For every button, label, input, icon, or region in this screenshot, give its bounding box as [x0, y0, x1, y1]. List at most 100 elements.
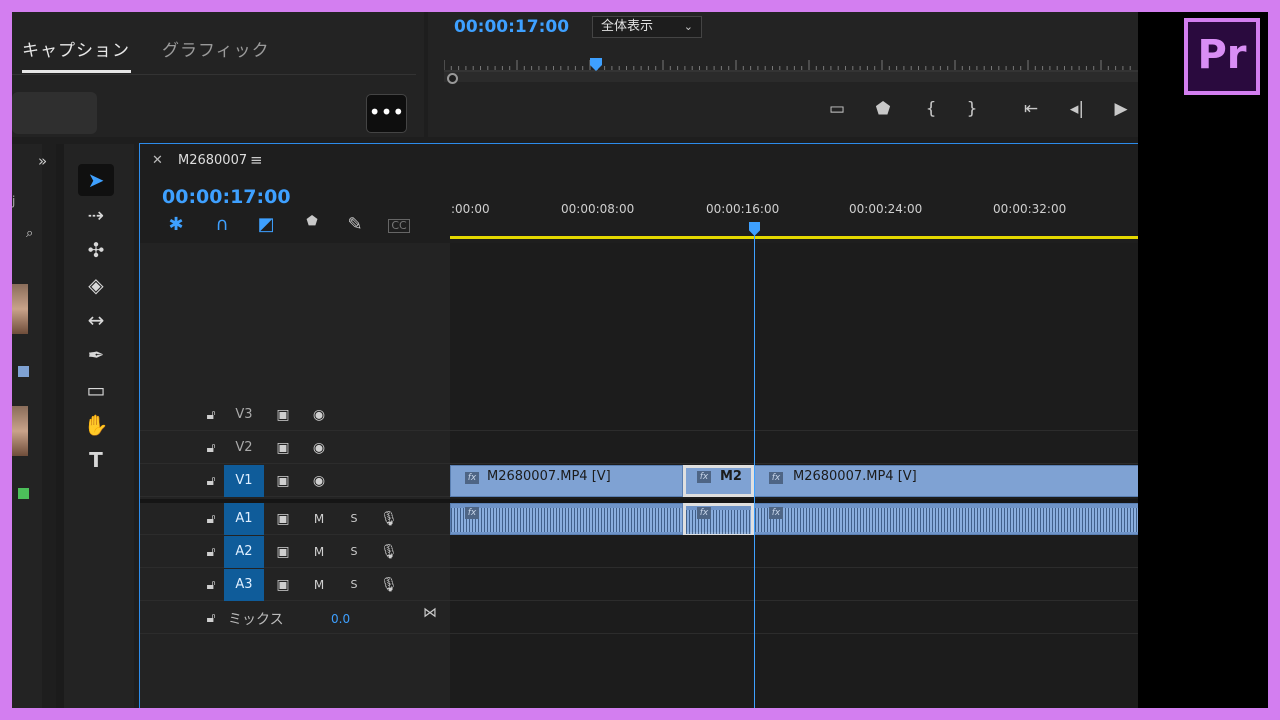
- expand-panels-icon[interactable]: »: [38, 152, 47, 170]
- snap-magnet-icon[interactable]: ∩: [210, 214, 234, 235]
- solo-button[interactable]: S: [343, 536, 365, 568]
- caption-field[interactable]: [12, 92, 97, 134]
- lock-icon[interactable]: 🔓︎: [200, 503, 222, 535]
- track-select-tool-icon[interactable]: ⇢: [78, 199, 114, 231]
- ripple-edit-tool-icon[interactable]: ✣: [78, 234, 114, 266]
- track-label-v3[interactable]: V3: [224, 399, 264, 431]
- program-monitor: 00:00:17:00 全体表示 ⌄ ▭ ⬟ { } ⇤ ◂| ▶: [428, 12, 1138, 137]
- program-ruler[interactable]: [444, 56, 1138, 72]
- lock-icon[interactable]: 🔓︎: [200, 536, 222, 568]
- close-icon[interactable]: ✕: [152, 153, 163, 168]
- program-playhead[interactable]: [590, 58, 602, 71]
- slip-tool-icon[interactable]: ↔: [78, 304, 114, 336]
- sync-lock-icon[interactable]: ▣: [272, 432, 294, 464]
- tab-captions[interactable]: キャプション: [22, 36, 130, 61]
- panel-menu-icon[interactable]: ≡: [250, 151, 263, 169]
- clip-name: M2: [720, 469, 742, 484]
- waveform: [755, 508, 1139, 532]
- linked-selection-icon[interactable]: ◩: [254, 214, 278, 235]
- mark-out-icon[interactable]: }: [959, 99, 985, 119]
- work-area-bar[interactable]: [450, 236, 1140, 239]
- closed-captions-icon[interactable]: CC: [388, 219, 410, 233]
- go-to-in-icon[interactable]: ⇤: [1018, 99, 1044, 119]
- track-label-a1[interactable]: A1: [224, 503, 264, 535]
- track-label-a2[interactable]: A2: [224, 536, 264, 568]
- video-clip-selected[interactable]: fx M2: [683, 465, 754, 497]
- sync-lock-icon[interactable]: ▣: [272, 503, 294, 535]
- sequence-name[interactable]: M2680007: [178, 153, 247, 168]
- type-tool-icon[interactable]: T: [78, 444, 114, 476]
- lock-icon[interactable]: 🔓︎: [200, 569, 222, 601]
- clip-name: M2680007.MP4 [V]: [487, 469, 611, 484]
- lock-icon[interactable]: 🔓︎: [200, 432, 222, 464]
- fx-badge: fx: [769, 507, 783, 519]
- microphone-icon[interactable]: 🎙︎: [378, 503, 400, 535]
- track-row-a3: 🔓︎ A3 ▣ M S 🎙︎: [140, 569, 1140, 601]
- solo-button[interactable]: S: [343, 503, 365, 535]
- more-options-button[interactable]: •••: [366, 94, 407, 133]
- track-label-a3[interactable]: A3: [224, 569, 264, 601]
- nest-icon[interactable]: ✱: [164, 214, 188, 235]
- go-to-end-icon[interactable]: ⋈: [423, 605, 437, 621]
- solo-button[interactable]: S: [343, 569, 365, 601]
- microphone-icon[interactable]: 🎙︎: [378, 569, 400, 601]
- ruler-label: 00:00:08:00: [561, 202, 635, 216]
- track-row-a1: 🔓︎ A1 ▣ M S 🎙︎ fx fx fx: [140, 503, 1140, 535]
- add-marker-icon[interactable]: ⬟: [300, 214, 324, 229]
- selection-tool-icon[interactable]: ➤: [78, 164, 114, 196]
- play-icon[interactable]: ▶: [1108, 99, 1134, 119]
- label-color-swatch: [18, 366, 29, 377]
- mute-button[interactable]: M: [308, 569, 330, 601]
- tab-graphics[interactable]: グラフィック: [162, 36, 270, 61]
- sync-lock-icon[interactable]: ▣: [272, 399, 294, 431]
- eye-icon[interactable]: ◉: [308, 399, 330, 431]
- fx-badge: fx: [465, 472, 479, 484]
- scroll-handle[interactable]: [447, 73, 458, 84]
- step-back-icon[interactable]: ◂|: [1064, 99, 1090, 119]
- zoom-select[interactable]: 全体表示 ⌄: [592, 16, 702, 38]
- sync-lock-icon[interactable]: ▣: [272, 536, 294, 568]
- eye-icon[interactable]: ◉: [308, 465, 330, 497]
- microphone-icon[interactable]: 🎙︎: [378, 536, 400, 568]
- pen-tool-icon[interactable]: ✒: [78, 339, 114, 371]
- mark-in-icon[interactable]: {: [918, 99, 944, 119]
- sync-lock-icon[interactable]: ▣: [272, 569, 294, 601]
- ruler-label: :00:00: [451, 202, 490, 216]
- track-label-v2[interactable]: V2: [224, 432, 264, 464]
- search-folder-icon[interactable]: ⌕: [26, 226, 33, 241]
- tools-panel: ➤ ⇢ ✣ ◈ ↔ ✒ ▭ ✋ T: [64, 144, 134, 708]
- add-marker-icon[interactable]: ⬟: [870, 99, 896, 119]
- rectangle-tool-icon[interactable]: ▭: [78, 374, 114, 406]
- mix-volume[interactable]: 0.0: [331, 612, 350, 626]
- video-clip[interactable]: fx M2680007.MP4 [V]: [754, 465, 1140, 497]
- clip-thumbnail[interactable]: [12, 406, 28, 456]
- audio-clip[interactable]: fx: [754, 503, 1140, 535]
- lock-icon[interactable]: 🔓︎: [200, 602, 222, 634]
- wrench-settings-icon[interactable]: ✎: [343, 214, 367, 235]
- clip-thumbnail[interactable]: [12, 284, 28, 334]
- track-row-v1: 🔓︎ V1 ▣ ◉ fx M2680007.MP4 [V] fx M2 fx M…: [140, 465, 1140, 497]
- hand-tool-icon[interactable]: ✋: [78, 409, 114, 441]
- mute-button[interactable]: M: [308, 503, 330, 535]
- track-row-v2: 🔓︎ V2 ▣ ◉: [140, 432, 1140, 464]
- sync-lock-icon[interactable]: ▣: [272, 465, 294, 497]
- playhead-line[interactable]: [754, 223, 755, 708]
- program-timecode[interactable]: 00:00:17:00: [454, 17, 569, 37]
- safe-margins-icon[interactable]: ▭: [824, 99, 850, 119]
- lock-icon[interactable]: 🔓︎: [200, 465, 222, 497]
- razor-tool-icon[interactable]: ◈: [78, 269, 114, 301]
- mute-button[interactable]: M: [308, 536, 330, 568]
- sequence-timecode[interactable]: 00:00:17:00: [162, 186, 291, 208]
- eye-icon[interactable]: ◉: [308, 432, 330, 464]
- track-label-v1[interactable]: V1: [224, 465, 264, 497]
- lock-icon[interactable]: 🔓︎: [200, 399, 222, 431]
- audio-clip-selected[interactable]: fx: [683, 503, 754, 535]
- timeline-panel: ✕ M2680007 ≡ 00:00:17:00 ✱ ∩ ◩ ⬟ ✎ CC :0…: [139, 143, 1140, 708]
- audio-clip[interactable]: fx: [450, 503, 683, 535]
- track-row-a2: 🔓︎ A2 ▣ M S 🎙︎: [140, 536, 1140, 568]
- zoom-select-value: 全体表示: [601, 19, 654, 34]
- program-scroll-bar[interactable]: [444, 72, 1138, 82]
- track-row-mix: 🔓︎ ミックス 0.0 ⋈: [140, 602, 1140, 634]
- panel-gap: [56, 144, 64, 708]
- video-clip[interactable]: fx M2680007.MP4 [V]: [450, 465, 683, 497]
